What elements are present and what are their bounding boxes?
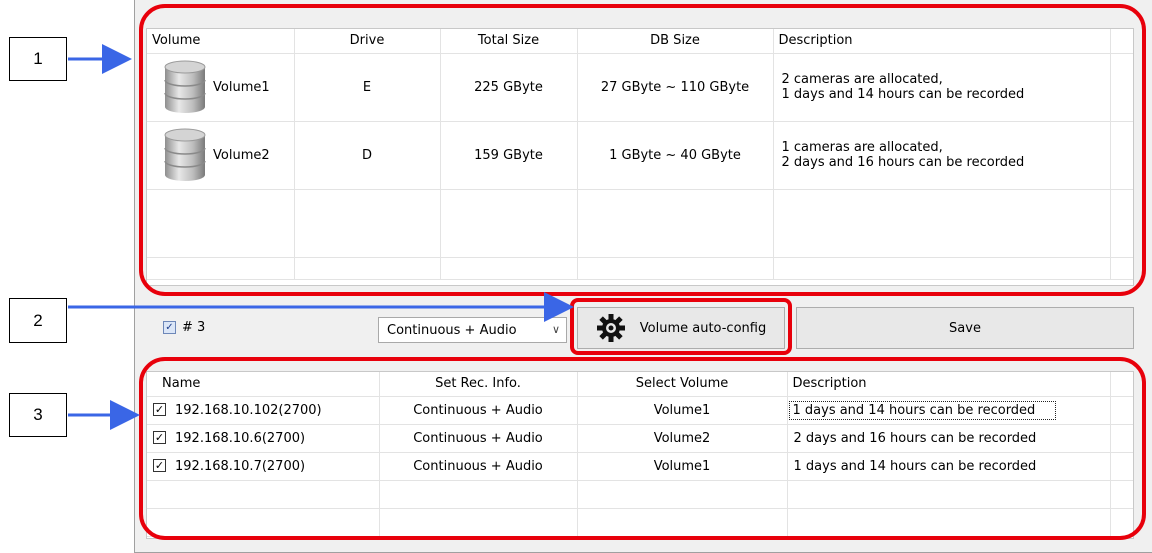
empty-row (147, 189, 1133, 258)
column-header-filler (1110, 29, 1133, 54)
database-icon (164, 60, 206, 113)
channel-checkbox[interactable]: ✓ (163, 321, 176, 334)
recording-mode-value: Continuous + Audio (387, 322, 517, 338)
total-size-cell: 159 GByte (440, 121, 578, 190)
camera-name: 192.168.10.7(2700) (175, 458, 306, 474)
table-row[interactable]: Volume1 E 225 GByte 27 GByte ~ 110 GByte… (147, 53, 1133, 122)
recording-table: Name Set Rec. Info. Select Volume Descri… (146, 371, 1134, 539)
column-header-description[interactable]: Description (773, 29, 1111, 54)
table-row[interactable]: ✓ 192.168.10.6(2700) Continuous + Audio V… (147, 424, 1133, 453)
save-label: Save (949, 320, 981, 336)
column-header-db-size[interactable]: DB Size (577, 29, 774, 54)
recording-mode-select[interactable]: Continuous + Audio ∨ (378, 317, 567, 343)
channel-checkbox-group[interactable]: ✓ # 3 (163, 320, 205, 335)
volume-name: Volume1 (213, 79, 270, 95)
column-header-select-volume[interactable]: Select Volume (577, 372, 788, 397)
callout-number-3: 3 (9, 393, 67, 437)
column-header-description[interactable]: Description (787, 372, 1111, 397)
column-header-set-rec-info[interactable]: Set Rec. Info. (379, 372, 578, 397)
description-cell: 1 days and 14 hours can be recorded (788, 400, 1057, 420)
empty-row (147, 508, 1133, 537)
callout-number-1: 1 (9, 37, 67, 81)
camera-name: 192.168.10.102(2700) (175, 402, 322, 418)
rec-info-cell[interactable]: Continuous + Audio (379, 396, 578, 425)
rec-info-cell[interactable]: Continuous + Audio (379, 452, 578, 481)
column-header-drive[interactable]: Drive (294, 29, 441, 54)
auto-config-label: Volume auto-config (639, 320, 767, 336)
channel-label: # 3 (182, 320, 206, 335)
table-row[interactable]: ✓ 192.168.10.102(2700) Continuous + Audio… (147, 396, 1133, 425)
description-cell: 2 days and 16 hours can be recorded (787, 424, 1111, 453)
description-line: 2 days and 16 hours can be recorded (781, 155, 1025, 170)
row-checkbox[interactable]: ✓ (153, 402, 166, 416)
save-button[interactable]: Save (796, 307, 1134, 349)
table-row[interactable]: ✓ 192.168.10.7(2700) Continuous + Audio V… (147, 452, 1133, 481)
empty-row (147, 480, 1133, 509)
empty-row (147, 257, 1133, 280)
volume-cell[interactable]: Volume1 (577, 396, 788, 425)
description-cell: 1 cameras are allocated, 2 days and 16 h… (773, 121, 1111, 190)
gear-icon (596, 314, 625, 342)
rec-info-cell[interactable]: Continuous + Audio (379, 424, 578, 453)
callout-number-2: 2 (9, 298, 67, 343)
description-cell: 1 days and 14 hours can be recorded (787, 452, 1111, 481)
db-size-cell: 1 GByte ~ 40 GByte (577, 121, 774, 190)
volume-cell[interactable]: Volume2 (577, 424, 788, 453)
db-size-cell: 27 GByte ~ 110 GByte (577, 53, 774, 122)
row-checkbox[interactable]: ✓ (153, 430, 166, 444)
database-icon (164, 128, 206, 181)
row-checkbox[interactable]: ✓ (153, 458, 166, 472)
total-size-cell: 225 GByte (440, 53, 578, 122)
description-line: 2 cameras are allocated, (781, 72, 943, 87)
drive-cell: E (294, 53, 441, 122)
drive-cell: D (294, 121, 441, 190)
table-row[interactable]: Volume2 D 159 GByte 1 GByte ~ 40 GByte 1… (147, 121, 1133, 190)
camera-name: 192.168.10.6(2700) (175, 430, 306, 446)
column-header-total-size[interactable]: Total Size (440, 29, 578, 54)
column-header-filler (1110, 372, 1133, 397)
description-cell: 2 cameras are allocated, 1 days and 14 h… (773, 53, 1111, 122)
description-line: 1 days and 14 hours can be recorded (781, 87, 1025, 102)
column-header-name[interactable]: Name (147, 372, 380, 397)
column-header-volume[interactable]: Volume (147, 29, 295, 54)
volume-cell[interactable]: Volume1 (577, 452, 788, 481)
volume-name: Volume2 (213, 147, 270, 163)
chevron-down-icon[interactable]: ∨ (552, 323, 560, 336)
description-line: 1 cameras are allocated, (781, 140, 943, 155)
volume-auto-config-button[interactable]: Volume auto-config (577, 307, 785, 349)
volume-table: Volume Drive Total Size DB Size Descript… (146, 28, 1134, 286)
